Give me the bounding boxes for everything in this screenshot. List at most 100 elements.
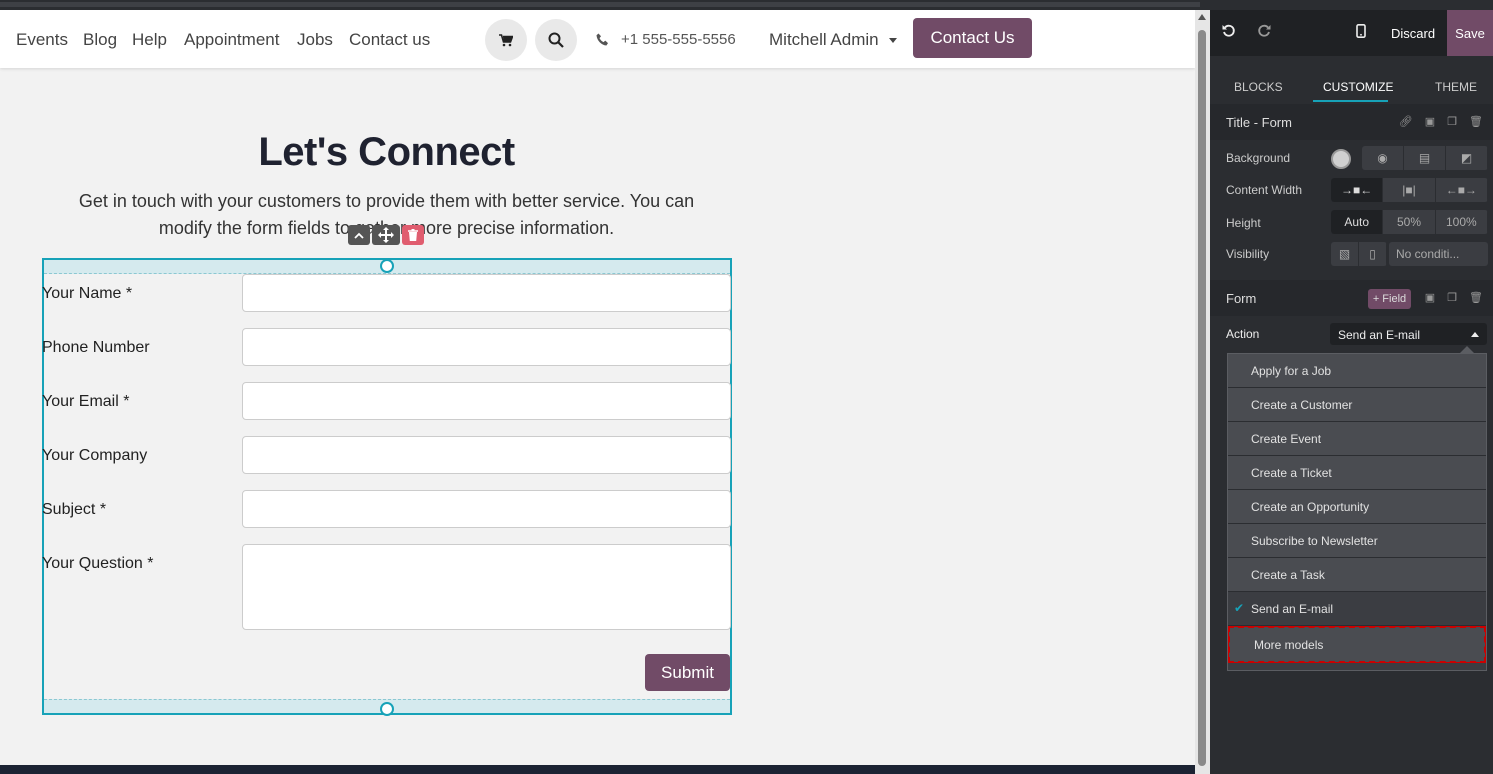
duplicate-icon[interactable]: ❐ bbox=[1447, 115, 1457, 128]
trash-icon[interactable]: 🗑︎ bbox=[1469, 115, 1483, 128]
drag-handle-button[interactable] bbox=[372, 225, 400, 245]
mobile-hidden-icon[interactable]: ▯ bbox=[1359, 242, 1387, 266]
form-section-title: Form bbox=[1226, 291, 1257, 306]
cart-icon bbox=[499, 33, 513, 46]
regular-width-icon[interactable]: |■| bbox=[1383, 178, 1436, 202]
content-width-options: →■← |■| ←■→ bbox=[1331, 178, 1488, 202]
field-label-name: Your Name * bbox=[42, 285, 133, 302]
nav-link-events[interactable]: Events bbox=[16, 30, 68, 50]
background-label: Background bbox=[1226, 151, 1291, 165]
save-button[interactable]: Save bbox=[1447, 10, 1493, 56]
resize-handle-top[interactable] bbox=[380, 259, 394, 273]
browser-top-strip bbox=[0, 0, 1210, 10]
redo-icon[interactable] bbox=[1257, 24, 1271, 42]
height-auto[interactable]: Auto bbox=[1331, 210, 1384, 234]
contact-us-button[interactable]: Contact Us bbox=[913, 18, 1032, 58]
cart-button[interactable] bbox=[485, 19, 527, 61]
chevron-up-icon bbox=[354, 232, 364, 239]
user-name: Mitchell Admin bbox=[769, 30, 879, 49]
duplicate-icon[interactable]: ❐ bbox=[1447, 291, 1457, 304]
submit-button[interactable]: Submit bbox=[645, 654, 730, 691]
background-color-swatch[interactable] bbox=[1331, 149, 1351, 169]
option-more-models[interactable]: More models bbox=[1228, 626, 1486, 663]
option-label: Create a Customer bbox=[1251, 397, 1353, 412]
trash-icon[interactable]: 🗑︎ bbox=[1469, 291, 1483, 304]
phone-input[interactable] bbox=[242, 328, 731, 366]
option-label: Create Event bbox=[1251, 431, 1322, 446]
add-field-button[interactable]: + Field bbox=[1368, 289, 1411, 309]
lead-line-1: Get in touch with your customers to prov… bbox=[78, 191, 695, 211]
block-overlay-toolbar bbox=[348, 225, 424, 245]
user-menu[interactable]: Mitchell Admin bbox=[769, 30, 897, 50]
option-subscribe-newsletter[interactable]: Subscribe to Newsletter bbox=[1228, 524, 1486, 558]
height-50[interactable]: 50% bbox=[1383, 210, 1436, 234]
option-send-email[interactable]: ✔ Send an E-mail bbox=[1228, 592, 1486, 626]
option-create-ticket[interactable]: Create a Ticket bbox=[1228, 456, 1486, 490]
option-apply-job[interactable]: Apply for a Job bbox=[1228, 354, 1486, 388]
company-input[interactable] bbox=[242, 436, 731, 474]
phone-icon bbox=[596, 33, 608, 46]
desktop-hidden-icon[interactable]: ▧ bbox=[1331, 242, 1359, 266]
scroll-up-arrow-icon[interactable] bbox=[1198, 14, 1206, 20]
action-select-value: Send an E-mail bbox=[1338, 328, 1421, 342]
option-label: More models bbox=[1254, 637, 1324, 652]
visibility-label: Visibility bbox=[1226, 247, 1270, 261]
tab-blocks[interactable]: BLOCKS bbox=[1234, 80, 1283, 94]
image-icon[interactable]: ◩ bbox=[1446, 146, 1488, 170]
option-label: Create an Opportunity bbox=[1251, 499, 1370, 514]
name-input[interactable] bbox=[242, 274, 731, 312]
option-create-task[interactable]: Create a Task bbox=[1228, 558, 1486, 592]
film-icon[interactable]: ▤ bbox=[1404, 146, 1446, 170]
subject-input[interactable] bbox=[242, 490, 731, 528]
full-width-icon[interactable]: ←■→ bbox=[1436, 178, 1488, 202]
option-create-customer[interactable]: Create a Customer bbox=[1228, 388, 1486, 422]
option-label: Send an E-mail bbox=[1251, 601, 1334, 616]
section-header-title-form: Title - Form 🔗︎ ▣ ❐ 🗑︎ bbox=[1210, 104, 1493, 140]
field-label-phone: Phone Number bbox=[42, 339, 150, 356]
field-label-subject: Subject * bbox=[42, 501, 107, 518]
move-up-button[interactable] bbox=[348, 225, 370, 245]
search-button[interactable] bbox=[535, 19, 577, 61]
question-textarea[interactable] bbox=[242, 544, 731, 630]
height-100[interactable]: 100% bbox=[1436, 210, 1488, 234]
editor-tabs: BLOCKS CUSTOMIZE THEME bbox=[1210, 70, 1493, 104]
horizontal-scrollbar[interactable] bbox=[0, 2, 1200, 7]
scrollbar-thumb[interactable] bbox=[1198, 30, 1206, 766]
height-options: Auto 50% 100% bbox=[1331, 210, 1488, 234]
option-create-event[interactable]: Create Event bbox=[1228, 422, 1486, 456]
website-preview: Events Blog Help Appointment Jobs Contac… bbox=[0, 10, 1195, 765]
form-block-selection[interactable] bbox=[42, 258, 732, 715]
save-block-icon[interactable]: ▣ bbox=[1425, 115, 1435, 128]
option-label: Apply for a Job bbox=[1251, 363, 1332, 378]
nav-link-appointment[interactable]: Appointment bbox=[184, 30, 279, 50]
visibility-condition-select[interactable]: No conditi... bbox=[1389, 242, 1488, 266]
action-select[interactable]: Send an E-mail bbox=[1330, 323, 1487, 345]
caret-up-icon bbox=[1471, 332, 1479, 337]
tab-customize[interactable]: CUSTOMIZE bbox=[1323, 80, 1393, 94]
tab-theme[interactable]: THEME bbox=[1435, 80, 1477, 94]
delete-block-button[interactable] bbox=[402, 225, 424, 245]
resize-handle-bottom[interactable] bbox=[380, 702, 394, 716]
nav-link-help[interactable]: Help bbox=[132, 30, 167, 50]
narrow-width-icon[interactable]: →■← bbox=[1331, 178, 1384, 202]
email-input[interactable] bbox=[242, 382, 731, 420]
vertical-scrollbar[interactable] bbox=[1195, 10, 1210, 774]
section-actions: 🔗︎ ▣ ❐ 🗑︎ bbox=[1399, 115, 1483, 128]
save-block-icon[interactable]: ▣ bbox=[1425, 291, 1435, 304]
nav-link-blog[interactable]: Blog bbox=[83, 30, 117, 50]
nav-link-contact-us[interactable]: Contact us bbox=[349, 30, 430, 50]
discard-button[interactable]: Discard bbox=[1391, 26, 1435, 41]
option-create-opportunity[interactable]: Create an Opportunity bbox=[1228, 490, 1486, 524]
editor-panel: Discard Save BLOCKS CUSTOMIZE THEME Titl… bbox=[1210, 10, 1493, 774]
undo-icon[interactable] bbox=[1222, 24, 1236, 42]
background-options: ◉ ▤ ◩ bbox=[1362, 146, 1488, 170]
phone-link[interactable]: +1 555-555-5556 bbox=[596, 31, 736, 48]
search-icon bbox=[548, 32, 564, 48]
link-icon[interactable]: 🔗︎ bbox=[1399, 115, 1413, 128]
phone-number: +1 555-555-5556 bbox=[621, 31, 736, 48]
nav-link-jobs[interactable]: Jobs bbox=[297, 30, 333, 50]
camera-icon[interactable]: ◉ bbox=[1362, 146, 1404, 170]
mobile-preview-icon[interactable] bbox=[1356, 24, 1366, 42]
section-title: Title - Form bbox=[1226, 115, 1292, 130]
option-label: Create a Ticket bbox=[1251, 465, 1332, 480]
